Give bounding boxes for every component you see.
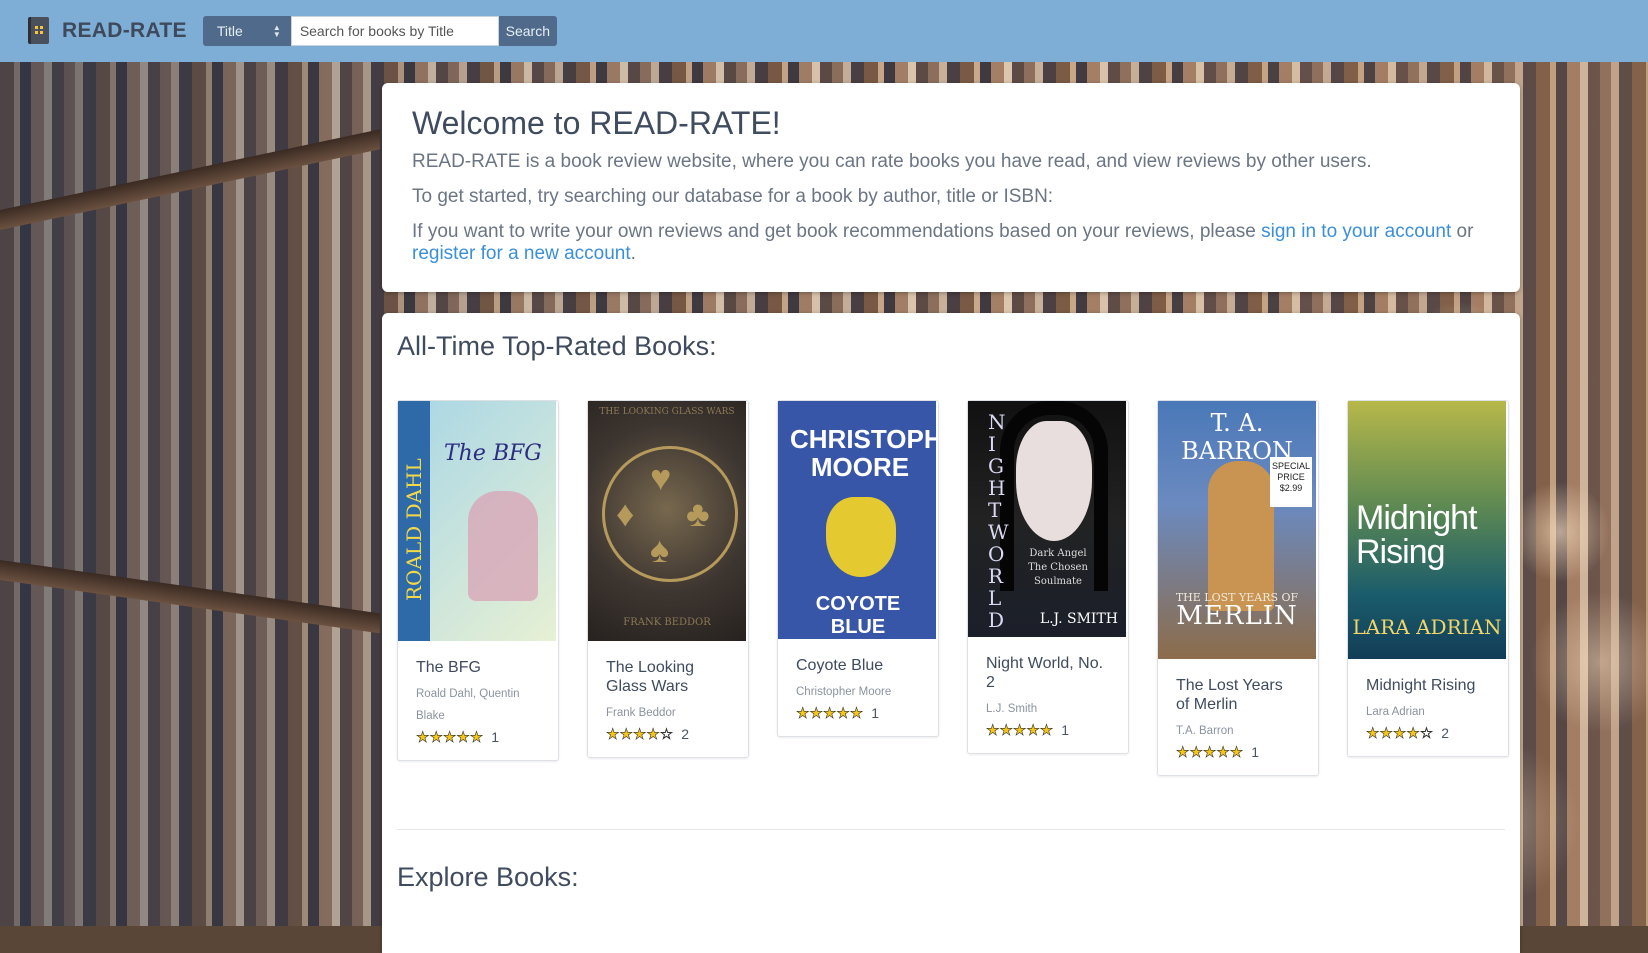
book-cover[interactable]: THE LOOKING GLASS WARS ♥ ♦ ♣ ♠ FRANK BED… — [588, 401, 746, 641]
sort-caret-icon: ▲ ▼ — [272, 23, 281, 39]
welcome-panel: Welcome to READ-RATE! READ-RATE is a boo… — [382, 83, 1520, 292]
book-rating: ★★★★★ 1 — [416, 728, 540, 747]
welcome-get-started: To get started, try searching our databa… — [412, 186, 1054, 207]
cover-author: CHRISTOPHER MOORE — [790, 424, 936, 482]
search-form: Title ▲ ▼ Search — [202, 16, 557, 46]
book-cover[interactable]: NIGHT WORLD Dark Angel The Chosen Soulma… — [968, 401, 1126, 637]
star-icon: ★★★★★ — [416, 729, 484, 747]
cover-author: FRANK BEDDOR — [623, 617, 711, 628]
book-author: T.A. Barron — [1176, 725, 1234, 737]
welcome-intro: READ-RATE is a book review website, wher… — [412, 151, 1372, 172]
cover-price: SPECIAL PRICE $2.99 — [1270, 457, 1312, 507]
book-author: Roald Dahl, Quentin Blake — [416, 688, 520, 722]
sign-in-link[interactable]: sign in to your account — [1261, 221, 1451, 242]
book-card[interactable]: NIGHT WORLD Dark Angel The Chosen Soulma… — [967, 400, 1129, 754]
book-cover[interactable]: T. A. BARRON SPECIAL PRICE $2.99 THE LOS… — [1158, 401, 1316, 659]
or-text: or — [1451, 221, 1474, 242]
book-rating: ★★★★☆ 2 — [606, 725, 730, 744]
cover-author: LARA ADRIAN — [1352, 615, 1502, 639]
book-title[interactable]: The BFG — [416, 658, 540, 677]
book-rating: ★★★★★ 1 — [796, 704, 920, 723]
review-count: 1 — [491, 729, 500, 745]
star-icon: ★★★★★ — [796, 705, 864, 723]
section-divider — [397, 829, 1505, 830]
book-card[interactable]: Midnight Rising LARA ADRIAN Midnight Ris… — [1347, 400, 1509, 757]
review-count: 1 — [871, 705, 880, 721]
book-author: Christopher Moore — [796, 686, 892, 698]
navbar: READ-RATE Title ▲ ▼ Search — [0, 0, 1648, 62]
cover-title: MERLIN — [1176, 601, 1298, 631]
register-link[interactable]: register for a new account — [412, 243, 631, 264]
star-icon: ★★★★★ — [1176, 744, 1244, 762]
welcome-heading: Welcome to READ-RATE! — [412, 105, 781, 141]
cover-author: L.J. SMITH — [1039, 611, 1118, 627]
top-rated-heading: All-Time Top-Rated Books: — [397, 331, 717, 361]
cover-title: THE LOOKING GLASS WARS — [599, 407, 735, 417]
book-cover[interactable]: The BFG ROALD DAHL — [398, 401, 556, 641]
search-input[interactable] — [290, 16, 499, 46]
book-cover[interactable]: Midnight Rising LARA ADRIAN — [1348, 401, 1506, 659]
account-prefix: If you want to write your own reviews an… — [412, 221, 1262, 242]
period: . — [630, 243, 636, 264]
review-count: 1 — [1251, 744, 1260, 760]
book-author: Frank Beddor — [606, 707, 676, 719]
book-rating: ★★★★★ 1 — [986, 721, 1110, 740]
book-logo-icon[interactable] — [26, 16, 49, 46]
book-title[interactable]: The Lost Years of Merlin — [1176, 676, 1300, 714]
star-icon: ★★★★☆ — [606, 726, 674, 744]
cover-title: Midnight Rising — [1356, 499, 1478, 571]
review-count: 1 — [1061, 722, 1070, 738]
cover-title: COYOTE BLUE — [815, 593, 901, 638]
book-card[interactable]: CHRISTOPHER MOORE COYOTE BLUE Coyote Blu… — [777, 400, 939, 737]
book-author: Lara Adrian — [1366, 706, 1425, 718]
cover-author: ROALD DAHL — [402, 458, 426, 601]
book-card[interactable]: T. A. BARRON SPECIAL PRICE $2.99 THE LOS… — [1157, 400, 1319, 776]
book-card[interactable]: THE LOOKING GLASS WARS ♥ ♦ ♣ ♠ FRANK BED… — [587, 400, 749, 758]
star-icon: ★★★★☆ — [1366, 725, 1434, 743]
cover-title: NIGHT WORLD — [988, 410, 1009, 632]
welcome-account-text: If you want to write your own reviews an… — [412, 221, 1490, 265]
book-cover[interactable]: CHRISTOPHER MOORE COYOTE BLUE — [778, 401, 936, 639]
book-card[interactable]: The BFG ROALD DAHL The BFG Roald Dahl, Q… — [397, 400, 559, 761]
book-rating: ★★★★★ 1 — [1176, 743, 1300, 762]
search-field-selected: Title — [216, 23, 243, 39]
book-author: L.J. Smith — [986, 703, 1038, 715]
brand-name[interactable]: READ-RATE — [62, 19, 187, 43]
star-icon: ★★★★★ — [986, 722, 1054, 740]
cover-title: The BFG — [444, 441, 542, 466]
review-count: 2 — [681, 726, 690, 742]
book-title[interactable]: The Looking Glass Wars — [606, 658, 730, 696]
explore-heading: Explore Books: — [397, 862, 579, 892]
review-count: 2 — [1441, 725, 1450, 741]
search-field-select[interactable]: Title ▲ ▼ — [202, 16, 291, 46]
book-title[interactable]: Night World, No. 2 — [986, 654, 1110, 692]
cover-contents: Dark Angel The Chosen Soulmate — [1028, 548, 1088, 587]
top-rated-panel: All-Time Top-Rated Books: The BFG ROALD … — [382, 313, 1520, 953]
book-rating: ★★★★☆ 2 — [1366, 724, 1490, 743]
search-button[interactable]: Search — [498, 16, 557, 46]
book-title[interactable]: Coyote Blue — [796, 656, 920, 675]
book-title[interactable]: Midnight Rising — [1366, 676, 1490, 695]
